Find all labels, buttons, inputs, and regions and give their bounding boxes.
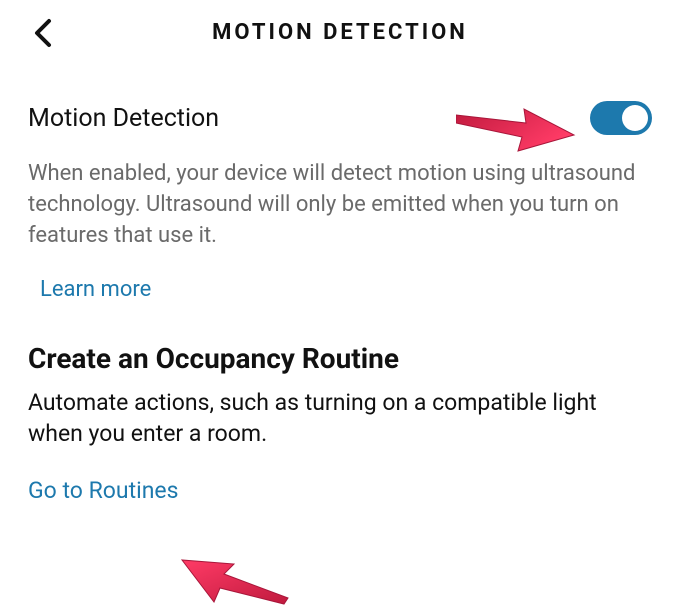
go-to-routines-link[interactable]: Go to Routines <box>28 449 178 504</box>
page-title: MOTION DETECTION <box>24 20 656 45</box>
motion-description: When enabled, your device will detect mo… <box>28 143 652 251</box>
routine-description: Automate actions, such as turning on a c… <box>28 383 652 449</box>
annotation-arrow-routines <box>180 540 290 605</box>
routine-heading: Create an Occupancy Routine <box>28 302 652 383</box>
motion-detection-label: Motion Detection <box>28 104 219 133</box>
chevron-left-icon <box>32 18 54 48</box>
learn-more-link[interactable]: Learn more <box>28 251 151 302</box>
motion-detection-row: Motion Detection <box>28 75 652 143</box>
toggle-knob <box>622 105 648 131</box>
motion-detection-toggle[interactable] <box>590 101 652 135</box>
back-button[interactable] <box>32 18 54 48</box>
